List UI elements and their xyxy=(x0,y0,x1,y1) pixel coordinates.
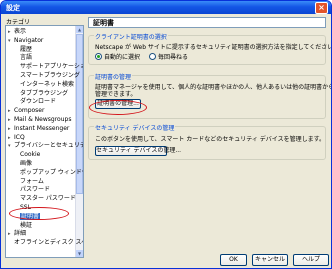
tree-item[interactable]: 検証 xyxy=(20,222,32,230)
radio-ask-label: 毎回尋ねる xyxy=(158,54,189,61)
tree-item[interactable]: フォーム xyxy=(20,178,44,186)
highlight-ellipse-button xyxy=(89,100,147,115)
close-icon[interactable]: × xyxy=(315,2,328,14)
client-cert-desc: Netscape が Web サイトに提示するセキュリティ証明書の選択方法を指定… xyxy=(95,44,332,51)
tree-item[interactable]: ▸ 詳細 xyxy=(8,230,26,238)
category-tree[interactable]: ▲ ▼ ▸表示▾Navigator履歴言語サポートアプリケーションスマートブラウ… xyxy=(5,25,84,258)
tree-item-label: 検証 xyxy=(20,221,33,229)
tree-item-label: Mail & Newsgroups xyxy=(14,116,72,123)
tree-item-label: タブブラウジング xyxy=(20,89,69,97)
tree-item[interactable]: オフラインとディスク スペース xyxy=(14,239,83,247)
tree-item[interactable]: 画像 xyxy=(20,160,32,168)
window-title: 設定 xyxy=(6,4,20,12)
tree-item-label: Cookie xyxy=(20,151,41,159)
radio-auto-label: 自動的に選択 xyxy=(104,54,141,61)
help-button[interactable]: ヘルプ xyxy=(293,254,329,266)
tree-item[interactable]: ▾ Navigator xyxy=(8,37,43,45)
tree-item[interactable]: ポップアップ ウィンドウ xyxy=(20,168,84,177)
panel-header: 証明書 xyxy=(88,17,326,28)
window-body: カテゴリ ▲ ▼ ▸表示▾Navigator履歴言語サポートアプリケーションスマ… xyxy=(1,14,331,268)
tree-item-label: スマートブラウジング xyxy=(20,72,80,79)
tree-item-label: 履歴 xyxy=(20,45,33,53)
tree-item-label: ポップアップ ウィンドウ xyxy=(20,168,84,176)
tree-item-label: オフラインとディスク スペース xyxy=(14,239,83,247)
tree-item[interactable]: ▾ プライバシーとセキュリティ xyxy=(8,142,84,150)
manage-cert-legend: 証明書の管理 xyxy=(94,72,133,81)
tree-item-label: 言語 xyxy=(20,54,33,62)
radio-auto[interactable]: 自動的に選択 xyxy=(95,52,140,61)
preferences-window: 設定 × カテゴリ ▲ ▼ ▸ 表示 ▾ Navigator 履歴 言語 サポートアプリケー… xyxy=(0,0,332,269)
tree-item[interactable]: ▸ Mail & Newsgroups xyxy=(8,116,71,124)
tree-item-label: フォーム xyxy=(20,177,44,185)
tree-item[interactable]: ▸ ICQ xyxy=(8,134,25,142)
title-bar: 設定 × xyxy=(1,1,331,14)
tree-item-label: インターネット検索 xyxy=(20,80,75,88)
tree-item[interactable]: 言語 xyxy=(20,54,32,62)
tree-item-label: 表示 xyxy=(14,28,27,35)
tree-item[interactable]: ▸ Composer xyxy=(8,107,44,115)
tree-item-label: ダウンロード xyxy=(20,98,57,106)
tree-item[interactable]: 履歴 xyxy=(20,46,32,54)
scroll-down-icon[interactable]: ▼ xyxy=(76,250,83,257)
security-device-group: セキュリティ デバイスの管理 このボタンを使用して、スマート カードなどのセキュ… xyxy=(88,123,326,160)
tree-item-label: パスワード xyxy=(20,186,51,194)
tree-item-label: ICQ xyxy=(14,133,25,141)
tree-item[interactable]: ▸ 表示 xyxy=(8,28,26,36)
tree-item-label: 詳細 xyxy=(14,230,27,238)
tree-item[interactable]: インターネット検索 xyxy=(20,81,74,89)
cancel-button[interactable]: キャンセル xyxy=(252,254,288,266)
radio-unselected-icon xyxy=(149,53,156,60)
radio-ask[interactable]: 毎回尋ねる xyxy=(149,52,188,61)
security-device-desc: このボタンを使用して、スマート カードなどのセキュリティ デバイスを管理します。 xyxy=(95,136,326,143)
tree-item[interactable]: タブブラウジング xyxy=(20,90,68,98)
manage-cert-desc-2: 管理できます。 xyxy=(95,91,137,98)
tree-item-label: サポートアプリケーション xyxy=(20,63,83,71)
tree-item-label: Instant Messenger xyxy=(14,124,70,132)
ok-button[interactable]: OK xyxy=(220,254,247,266)
tree-item[interactable]: ▸ Instant Messenger xyxy=(8,125,69,133)
tree-item-label: 画像 xyxy=(20,160,33,167)
highlight-ellipse-tree xyxy=(9,207,69,220)
tree-item[interactable]: パスワード xyxy=(20,186,50,194)
tree-item[interactable]: サポートアプリケーション xyxy=(20,63,83,71)
settings-panel: 証明書 クライアント証明書の選択 Netscape が Web サイトに提示する… xyxy=(88,17,331,233)
tree-item[interactable]: スマートブラウジング xyxy=(20,72,80,80)
client-cert-group: クライアント証明書の選択 Netscape が Web サイトに提示するセキュリ… xyxy=(88,32,331,65)
security-device-legend: セキュリティ デバイスの管理 xyxy=(94,123,176,132)
tree-item[interactable]: ダウンロード xyxy=(20,98,56,106)
tree-item-label: プライバシーとセキュリティ xyxy=(14,142,84,150)
tree-item-label: Composer xyxy=(14,107,45,115)
tree-item-label: マスター パスワード xyxy=(20,195,76,203)
client-cert-legend: クライアント証明書の選択 xyxy=(94,32,168,41)
scroll-up-icon[interactable]: ▲ xyxy=(76,26,83,33)
tree-item[interactable]: マスター パスワード xyxy=(20,195,76,203)
radio-selected-icon xyxy=(95,53,102,60)
tree-item-label: Navigator xyxy=(14,36,44,44)
security-device-button[interactable]: セキュリティ デバイスの管理... xyxy=(95,146,181,156)
tree-item[interactable]: Cookie xyxy=(20,151,40,159)
